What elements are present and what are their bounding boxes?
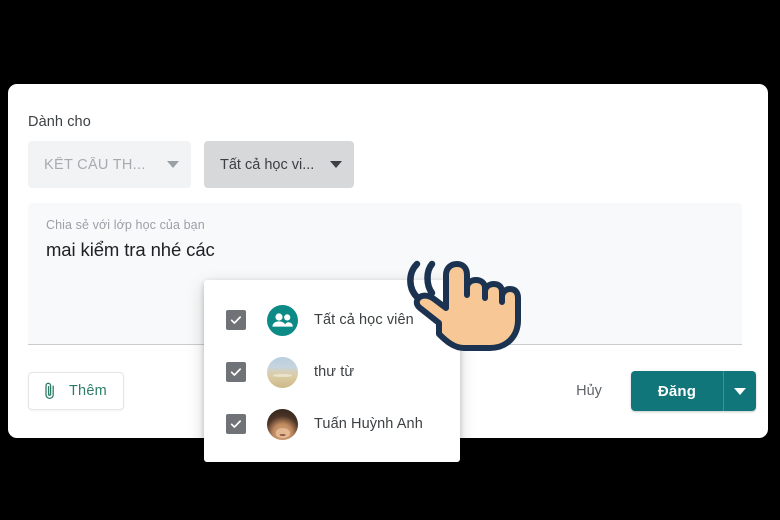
beach-photo-avatar xyxy=(267,356,298,388)
checkbox-checked-icon[interactable] xyxy=(226,310,246,330)
checkbox-checked-icon[interactable] xyxy=(226,362,246,382)
dropdown-item-label: Tuấn Huỳnh Anh xyxy=(314,416,423,432)
audience-dropdown-menu: Tất cả học viên thư từ Tuấn Huỳnh Anh xyxy=(204,280,460,462)
person-photo-avatar xyxy=(267,408,298,440)
post-composer-card: Dành cho KẾT CẤU TH... Tất cả học vi... … xyxy=(8,84,768,462)
dropdown-item-all-students[interactable]: Tất cả học viên xyxy=(204,294,460,346)
attach-button[interactable]: Thêm xyxy=(28,372,124,410)
paperclip-icon xyxy=(42,381,58,401)
cancel-button[interactable]: Hủy xyxy=(558,372,620,410)
chevron-down-icon xyxy=(330,161,342,168)
topic-select-value: KẾT CẤU TH... xyxy=(44,156,146,173)
composer-placeholder-text: Chia sẻ với lớp học của bạn xyxy=(46,218,205,232)
dropdown-item-label: thư từ xyxy=(314,364,355,380)
post-button[interactable]: Đăng xyxy=(631,371,723,411)
post-options-button[interactable] xyxy=(723,371,756,411)
dropdown-item-tuan-huynh-anh[interactable]: Tuấn Huỳnh Anh xyxy=(204,398,460,450)
attach-button-label: Thêm xyxy=(69,383,107,399)
chevron-down-icon xyxy=(167,161,179,168)
audience-select[interactable]: Tất cả học vi... xyxy=(204,141,354,188)
dropdown-item-thu-tu[interactable]: thư từ xyxy=(204,346,460,398)
composer-text-value: mai kiểm tra nhé các xyxy=(46,239,215,260)
audience-field-label: Dành cho xyxy=(28,114,91,130)
topic-select[interactable]: KẾT CẤU TH... xyxy=(28,141,191,188)
screenshot-stage: Dành cho KẾT CẤU TH... Tất cả học vi... … xyxy=(0,0,780,520)
chevron-down-icon xyxy=(734,387,746,395)
dropdown-item-label: Tất cả học viên xyxy=(314,312,414,328)
audience-select-value: Tất cả học vi... xyxy=(220,156,315,173)
checkbox-checked-icon[interactable] xyxy=(226,414,246,434)
group-icon xyxy=(267,304,298,336)
post-button-group: Đăng xyxy=(631,371,756,411)
